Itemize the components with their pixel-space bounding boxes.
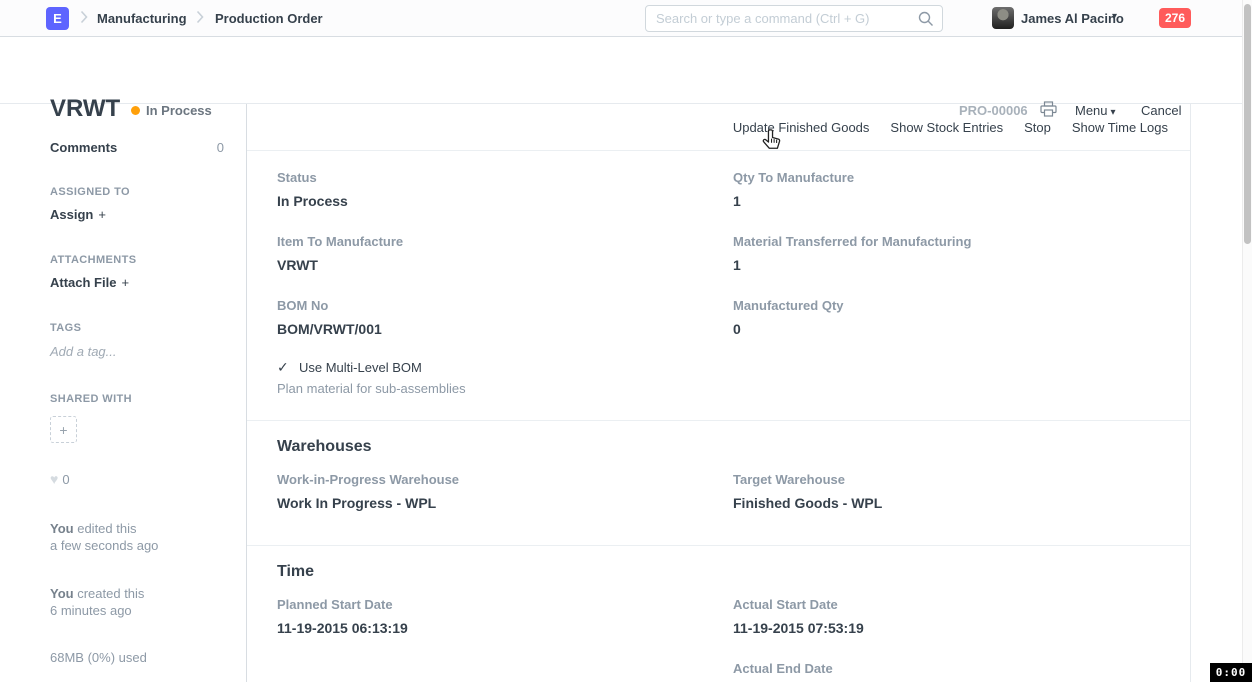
global-search: [645, 5, 943, 32]
likes-count: 0: [62, 472, 69, 487]
warehouses-section-heading: Warehouses: [277, 438, 372, 456]
plus-icon: +: [98, 207, 106, 222]
search-input[interactable]: [656, 7, 906, 30]
field-material-transferred: Material Transferred for Manufacturing1: [733, 234, 971, 273]
attach-file-button[interactable]: Attach File+: [50, 275, 129, 290]
field-bom-no: BOM NoBOM/VRWT/001: [277, 298, 382, 337]
status-indicator-label: In Process: [146, 103, 212, 118]
use-multi-level-bom-checkbox[interactable]: ✓ Use Multi-Level BOM: [277, 359, 422, 376]
toolbar-divider: [247, 150, 1190, 151]
activity-created: You created this 6 minutes ago: [50, 585, 144, 619]
time-section-heading: Time: [277, 563, 314, 581]
heart-icon: ♥: [50, 471, 58, 487]
page-title: VRWT: [50, 95, 120, 123]
update-finished-goods-button[interactable]: Update Finished Goods: [733, 120, 870, 135]
navbar: E Manufacturing Production Order James A…: [0, 0, 1252, 37]
recording-timer: 0:00: [1210, 663, 1252, 682]
plus-icon: +: [59, 422, 67, 438]
breadcrumb-manufacturing[interactable]: Manufacturing: [97, 11, 187, 26]
search-icon: [918, 11, 934, 32]
sidebar-divider: [246, 104, 247, 682]
status-indicator-dot: [131, 106, 140, 115]
breadcrumb-production-order[interactable]: Production Order: [215, 11, 323, 26]
assign-button[interactable]: Assign+: [50, 207, 106, 222]
user-name: James Al Pacino: [1021, 11, 1124, 26]
form-toolbar: Update Finished Goods Show Stock Entries…: [247, 104, 1190, 150]
scrollbar-thumb[interactable]: [1244, 4, 1251, 244]
notification-badge[interactable]: 276: [1159, 8, 1191, 28]
assigned-to-heading: ASSIGNED TO: [50, 186, 130, 198]
chevron-right-icon: [80, 10, 88, 29]
field-status: StatusIn Process: [277, 170, 348, 209]
page-head: VRWT In Process PRO-00006 Menu▾ Cancel: [0, 37, 1252, 104]
storage-usage: 68MB (0%) used: [50, 650, 147, 665]
field-qty-to-manufacture: Qty To Manufacture1: [733, 170, 854, 209]
field-actual-end-date: Actual End Date: [733, 661, 833, 676]
field-actual-start-date: Actual Start Date11-19-2015 07:53:19: [733, 597, 864, 636]
field-manufactured-qty: Manufactured Qty0: [733, 298, 844, 337]
activity-edited: You edited this a few seconds ago: [50, 520, 158, 554]
comments-link[interactable]: Comments 0: [50, 140, 224, 155]
check-icon: ✓: [277, 359, 299, 376]
app-logo[interactable]: E: [46, 7, 69, 30]
shared-with-heading: SHARED WITH: [50, 393, 132, 405]
chevron-right-icon: [196, 10, 204, 29]
section-divider: [247, 420, 1190, 421]
field-wip-warehouse: Work-in-Progress WarehouseWork In Progre…: [277, 472, 459, 511]
add-share-button[interactable]: +: [50, 416, 77, 443]
user-avatar: [992, 7, 1014, 29]
checkbox-description: Plan material for sub-assemblies: [277, 381, 466, 396]
show-time-logs-button[interactable]: Show Time Logs: [1072, 120, 1168, 135]
comments-label: Comments: [50, 140, 117, 155]
app-window: E Manufacturing Production Order James A…: [0, 0, 1252, 682]
show-stock-entries-button[interactable]: Show Stock Entries: [890, 120, 1003, 135]
form-right-border: [1190, 104, 1191, 682]
stop-button[interactable]: Stop: [1024, 120, 1051, 135]
section-divider: [247, 545, 1190, 546]
field-planned-start-date: Planned Start Date11-19-2015 06:13:19: [277, 597, 408, 636]
field-item-to-manufacture: Item To ManufactureVRWT: [277, 234, 403, 273]
chevron-down-icon: ▾: [1112, 11, 1117, 22]
scrollbar-track[interactable]: [1242, 0, 1252, 682]
tags-heading: TAGS: [50, 322, 81, 334]
field-target-warehouse: Target WarehouseFinished Goods - WPL: [733, 472, 882, 511]
attachments-heading: ATTACHMENTS: [50, 254, 136, 266]
like-button[interactable]: ♥0: [50, 471, 70, 487]
plus-icon: +: [121, 275, 129, 290]
add-tag-input[interactable]: Add a tag...: [50, 344, 117, 359]
comments-count: 0: [217, 140, 224, 155]
